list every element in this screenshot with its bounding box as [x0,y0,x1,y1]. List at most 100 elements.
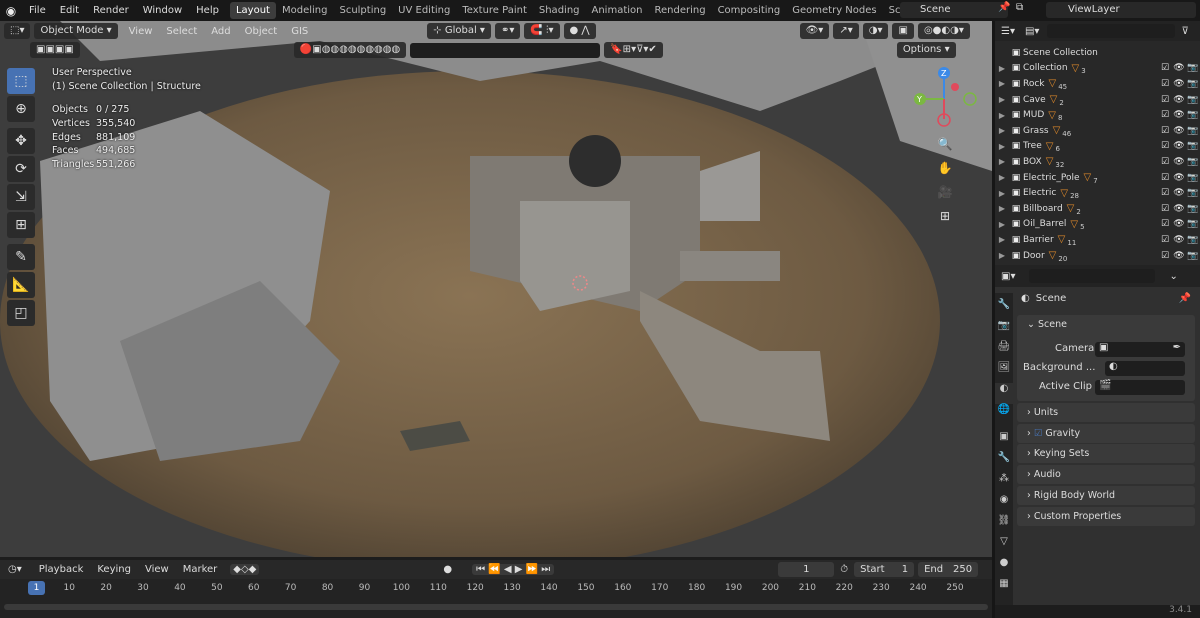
rotate-tool-icon[interactable]: ⟳ [7,156,35,182]
outliner-item[interactable]: ▶ ▣ Electric_Pole ▽ 7 ☑ 👁 📷 [995,170,1200,186]
display-mode-icon[interactable]: ▤▾ [1025,26,1039,37]
exclude-checkbox[interactable]: ☑ [1158,204,1172,214]
viewport-menu-select[interactable]: Select [159,26,204,37]
gizmo-toggle-icon[interactable]: ↗▾ [833,23,859,39]
filter-icon[interactable]: ⊽ [1181,26,1188,37]
constraints-tab-icon[interactable]: ⛓ [995,515,1013,536]
expand-arrow-icon[interactable]: ▶ [995,220,1009,229]
render-camera-icon[interactable]: 📷 [1186,173,1200,183]
menu-help[interactable]: Help [189,5,226,16]
menu-file[interactable]: File [22,5,53,16]
scene-selector[interactable]: Scene [900,2,1008,18]
start-frame-field[interactable]: Start 1 [854,562,915,577]
render-camera-icon[interactable]: 📷 [1186,188,1200,198]
move-tool-icon[interactable]: ✥ [7,128,35,154]
outliner-item[interactable]: ▶ ▣ Rock ▽ 45 ☑ 👁 📷 [995,76,1200,92]
camera-view-icon[interactable]: 🎥 [934,181,956,203]
outliner-item[interactable]: ▶ ▣ Barrier ▽ 11 ☑ 👁 📷 [995,232,1200,248]
outliner-item[interactable]: ▶ ▣ Grass ▽ 46 ☑ 👁 📷 [995,123,1200,139]
exclude-checkbox[interactable]: ☑ [1158,251,1172,261]
eye-icon[interactable]: 👁 [1172,79,1186,89]
bookmark-icon[interactable]: 🔖⊞▾⊽▾✔ [604,42,663,58]
exclude-checkbox[interactable]: ☑ [1158,95,1172,105]
expand-arrow-icon[interactable]: ▶ [995,189,1009,198]
cursor-tool-icon[interactable]: ⊕ [7,96,35,122]
tab-layout[interactable]: Layout [229,2,276,19]
gravity-checkbox[interactable]: ☑ [1034,428,1046,439]
expand-arrow-icon[interactable]: ▶ [995,251,1009,260]
transform-tool-icon[interactable]: ⊞ [7,212,35,238]
render-camera-icon[interactable]: 📷 [1186,204,1200,214]
timeline-menu-view[interactable]: View [138,564,176,575]
outliner-editor-icon[interactable]: ☰▾ [1001,26,1015,37]
filter-icons[interactable]: 🔴▣◍◍◍◍◍◍◍◍◍ [293,42,407,58]
shading-modes-icon[interactable]: ◎●◐◑▾ [917,23,970,39]
exclude-checkbox[interactable]: ☑ [1158,157,1172,167]
frame-ruler[interactable]: 1102030405060708090100110120130140150160… [0,580,992,596]
view-layer-selector[interactable]: ViewLayer [1046,2,1196,18]
tab-rendering[interactable]: Rendering [648,2,711,19]
menu-render[interactable]: Render [86,5,136,16]
render-camera-icon[interactable]: 📷 [1186,251,1200,261]
material-tab-icon[interactable]: ● [995,557,1013,578]
expand-arrow-icon[interactable]: ▶ [995,111,1009,120]
render-camera-icon[interactable]: 📷 [1186,95,1200,105]
zoom-icon[interactable]: 🔍 [934,133,956,155]
background-field[interactable]: ◐ [1105,361,1185,376]
clock-icon[interactable]: ⏱ [840,564,848,575]
ortho-grid-icon[interactable]: ⊞ [934,205,956,227]
eye-icon[interactable]: 👁 [1172,110,1186,120]
3d-viewport[interactable]: ⬚▾ Object Mode ▾ View Select Add Object GIS … [0,21,992,557]
tool-tab-icon[interactable]: 🔧 [995,299,1013,320]
expand-arrow-icon[interactable]: ▶ [995,95,1009,104]
data-tab-icon[interactable]: ▽ [995,536,1013,557]
properties-search-input[interactable] [1029,269,1156,283]
menu-window[interactable]: Window [136,5,189,16]
snap-icon[interactable]: 🧲 ⫶▾ [524,23,560,39]
current-frame-field[interactable]: 1 [778,562,835,577]
eye-icon[interactable]: 👁 [1172,219,1186,229]
subpanel-header[interactable]: › Units [1017,403,1195,423]
exclude-checkbox[interactable]: ☑ [1158,235,1172,245]
expand-arrow-icon[interactable]: ▶ [995,235,1009,244]
outliner-item[interactable]: ▶ ▣ Electric ▽ 28 ☑ 👁 📷 [995,185,1200,201]
scene-panel-header[interactable]: ⌄ Scene [1017,315,1195,335]
tab-compositing[interactable]: Compositing [712,2,787,19]
render-camera-icon[interactable]: 📷 [1186,157,1200,167]
outliner-item[interactable]: ▶ ▣ Billboard ▽ 2 ☑ 👁 📷 [995,201,1200,217]
eye-icon[interactable]: 👁 [1172,235,1186,245]
texture-tab-icon[interactable]: ▦ [995,578,1013,599]
exclude-checkbox[interactable]: ☑ [1158,173,1172,183]
render-camera-icon[interactable]: 📷 [1186,235,1200,245]
world-tab-icon[interactable]: 🌐 [995,404,1013,425]
select-box-tool-icon[interactable]: ⬚ [7,68,35,94]
eye-icon[interactable]: 👁 [1172,251,1186,261]
pivot-icon[interactable]: ⚭▾ [494,23,521,39]
viewport-search-input[interactable] [410,42,601,58]
eye-icon[interactable]: 👁 [1172,141,1186,151]
tab-animation[interactable]: Animation [586,2,649,19]
exclude-checkbox[interactable]: ☑ [1158,141,1172,151]
eye-icon[interactable]: 👁 [1172,157,1186,167]
options-button[interactable]: Options ▾ [896,42,956,58]
exclude-checkbox[interactable]: ☑ [1158,126,1172,136]
tab-modeling[interactable]: Modeling [276,2,334,19]
render-camera-icon[interactable]: 📷 [1186,79,1200,89]
tab-texture-paint[interactable]: Texture Paint [456,2,533,19]
subpanel-keying-sets[interactable]: › Keying Sets [1017,444,1195,464]
modifier-tab-icon[interactable]: 🔧 [995,452,1013,473]
tab-geometry-nodes[interactable]: Geometry Nodes [786,2,882,19]
viewport-menu-gis[interactable]: GIS [284,26,315,37]
exclude-checkbox[interactable]: ☑ [1158,110,1172,120]
eye-icon[interactable]: 👁 [1172,188,1186,198]
active-clip-field[interactable]: 🎬 [1095,380,1185,395]
timeline-menu-keying[interactable]: Keying [90,564,138,575]
exclude-checkbox[interactable]: ☑ [1158,63,1172,73]
timeline-menu-playback[interactable]: Playback [32,564,91,575]
subpanel-header[interactable]: › Rigid Body World [1017,486,1195,506]
scale-tool-icon[interactable]: ⇲ [7,184,35,210]
output-tab-icon[interactable]: 🖨 [995,341,1013,362]
annotate-tool-icon[interactable]: ✎ [7,244,35,270]
particles-tab-icon[interactable]: ⁂ [995,473,1013,494]
viewport-menu-add[interactable]: Add [204,26,237,37]
